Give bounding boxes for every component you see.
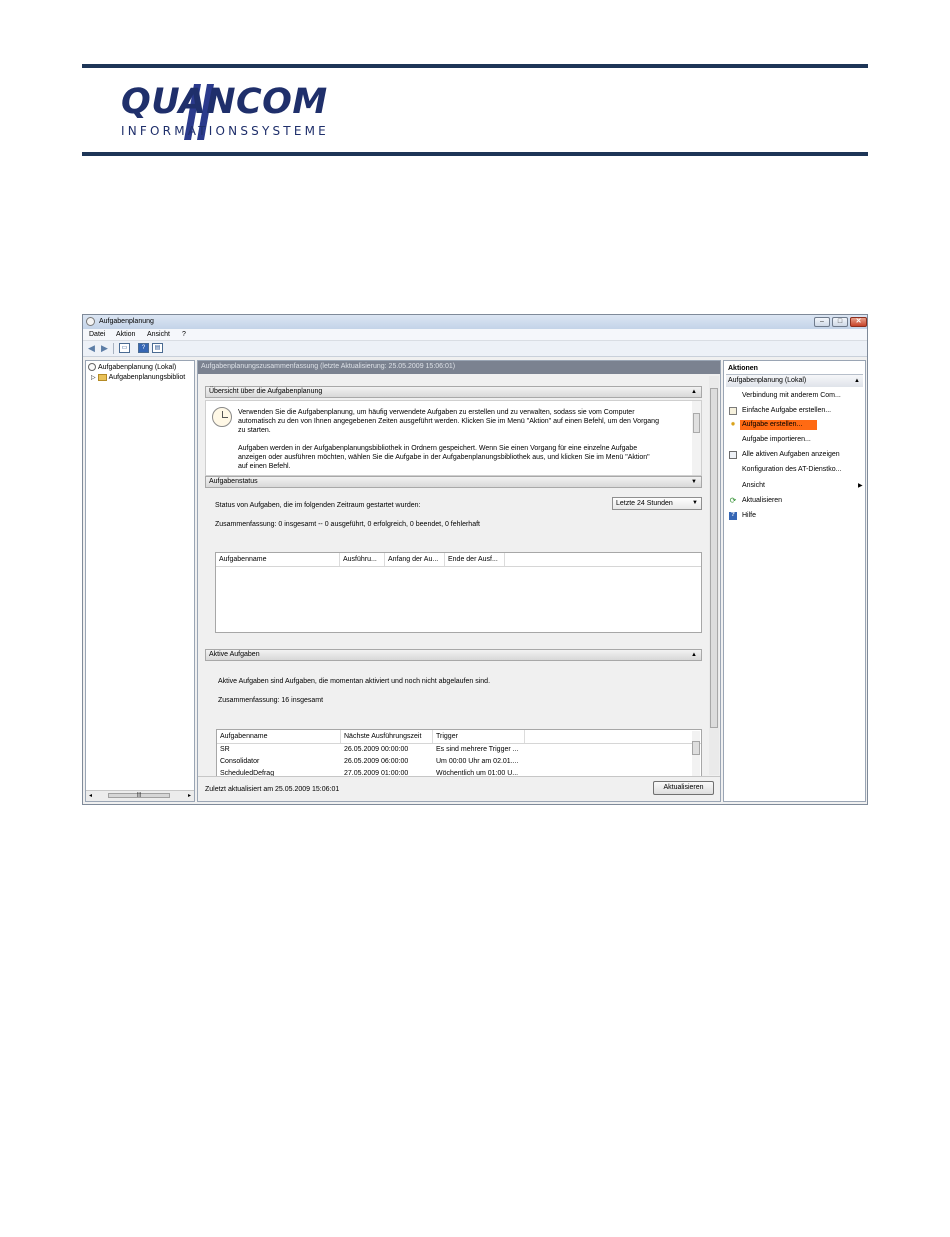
column-header[interactable]: Aufgabenname	[217, 730, 341, 743]
overview-line: zu starten.	[238, 427, 271, 434]
summary-panel: Aufgabenplanungszusammenfassung (letzte …	[197, 360, 721, 802]
collapse-icon[interactable]: ▲	[691, 387, 697, 397]
folder-icon	[97, 373, 107, 381]
back-arrow-icon[interactable]: ◀	[86, 343, 97, 354]
scroll-thumb[interactable]	[710, 388, 718, 728]
console-tree-icon[interactable]: ▭	[119, 343, 130, 353]
summary-header: Aufgabenplanungszusammenfassung (letzte …	[198, 361, 720, 374]
active-description: Aktive Aufgaben sind Aufgaben, die momen…	[218, 678, 491, 685]
list-tasks-icon	[729, 451, 737, 459]
overview-scrollbar[interactable]	[692, 401, 701, 475]
action-at-service-config[interactable]: Konfiguration des AT-Dienstko...	[740, 465, 843, 475]
menu-datei[interactable]: Datei	[89, 330, 105, 339]
column-header[interactable]: Ausführu...	[340, 553, 385, 566]
overview-section-header[interactable]: Übersicht über die Aufgabenplanung ▲	[205, 386, 702, 398]
close-button[interactable]: ✕	[850, 317, 867, 327]
basic-task-icon	[729, 407, 737, 415]
menu-help[interactable]: ?	[182, 330, 186, 339]
toolbar: ◀ ▶ ▭ ? ▤	[83, 341, 867, 357]
action-create-task[interactable]: Aufgabe erstellen...	[740, 420, 817, 430]
minimize-button[interactable]: –	[814, 317, 830, 327]
chevron-down-icon: ▼	[692, 500, 698, 506]
scroll-thumb[interactable]	[693, 413, 700, 433]
status-summary: Zusammenfassung: 0 insgesamt -- 0 ausgef…	[215, 521, 480, 528]
tree-root[interactable]: Aufgabenplanung (Lokal)	[88, 363, 176, 372]
action-import-task[interactable]: Aufgabe importieren...	[740, 435, 813, 445]
tree-library[interactable]: ▷ Aufgabenplanungsbibliot	[91, 373, 185, 383]
overview-text-box: Verwenden Sie die Aufgabenplanung, um hä…	[205, 400, 702, 476]
status-table-header: Aufgabenname Ausführu... Anfang der Au..…	[216, 553, 701, 567]
menu-ansicht[interactable]: Ansicht	[147, 330, 170, 339]
refresh-button[interactable]: Aktualisieren	[653, 781, 714, 795]
status-section-header[interactable]: Aufgabenstatus ▼	[205, 476, 702, 488]
column-header[interactable]: Anfang der Au...	[385, 553, 445, 566]
scroll-left-icon[interactable]: ◂	[89, 792, 92, 799]
last-updated-text: Zuletzt aktualisiert am 25.05.2009 15:06…	[205, 786, 340, 793]
actions-pane: Aktionen Aufgabenplanung (Lokal) ▲ Verbi…	[723, 360, 866, 802]
task-scheduler-window: Aufgabenplanung – □ ✕ Datei Aktion Ansic…	[82, 314, 868, 805]
collapse-icon[interactable]: ▼	[691, 477, 697, 487]
collapse-icon[interactable]: ▲	[854, 375, 860, 387]
menu-bar: Datei Aktion Ansicht ?	[83, 329, 867, 341]
scroll-thumb[interactable]: |||	[108, 793, 170, 798]
action-help[interactable]: Hilfe	[740, 511, 758, 521]
clock-icon	[88, 363, 96, 372]
table-row[interactable]: Consolidator 26.05.2009 06:00:00 Um 00:0…	[217, 757, 687, 767]
status-label: Status von Aufgaben, die im folgenden Ze…	[215, 502, 421, 509]
forward-arrow-icon[interactable]: ▶	[99, 343, 110, 354]
column-header[interactable]: Aufgabenname	[216, 553, 340, 566]
column-header[interactable]: Nächste Ausführungszeit	[341, 730, 433, 743]
overview-line: Verwenden Sie die Aufgabenplanung, um hä…	[238, 409, 635, 416]
toolbar-separator	[113, 343, 114, 354]
active-summary: Zusammenfassung: 16 insgesamt	[218, 697, 324, 704]
create-task-icon: ✹	[730, 422, 736, 428]
action-connect[interactable]: Verbindung mit anderem Com...	[740, 391, 843, 401]
actions-title: Aktionen	[726, 363, 863, 375]
summary-footer: Zuletzt aktualisiert am 25.05.2009 15:06…	[198, 776, 720, 801]
column-header[interactable]: Trigger	[433, 730, 525, 743]
action-refresh[interactable]: Aktualisieren	[740, 496, 784, 506]
action-create-basic-task[interactable]: Einfache Aufgabe erstellen...	[740, 406, 833, 416]
collapse-icon[interactable]: ▲	[691, 650, 697, 660]
refresh-icon: ⟳	[729, 496, 737, 505]
submenu-arrow-icon: ▶	[858, 483, 863, 489]
action-view[interactable]: Ansicht ▶	[740, 481, 867, 491]
table-scrollbar[interactable]	[692, 731, 700, 779]
help-icon: ?	[729, 512, 737, 520]
logo-subtitle: INFORMATIONSSYSTEME	[121, 124, 329, 138]
summary-vertical-scrollbar[interactable]	[709, 376, 719, 775]
active-section-header[interactable]: Aktive Aufgaben ▲	[205, 649, 702, 661]
summary-body: Übersicht über die Aufgabenplanung ▲ Ver…	[198, 374, 720, 781]
status-table: Aufgabenname Ausführu... Anfang der Au..…	[215, 552, 702, 633]
scroll-thumb[interactable]	[692, 741, 700, 755]
clock-icon	[86, 317, 95, 326]
menu-aktion[interactable]: Aktion	[116, 330, 135, 339]
console-tree: Aufgabenplanung (Lokal) ▷ Aufgabenplanun…	[85, 360, 195, 802]
overview-line: Aufgaben werden in der Aufgabenplanungsb…	[238, 445, 638, 452]
window-title: Aufgabenplanung	[99, 318, 154, 325]
expand-arrow-icon[interactable]: ▷	[91, 375, 96, 381]
table-row[interactable]: SR 26.05.2009 00:00:00 Es sind mehrere T…	[217, 745, 687, 755]
action-pane-icon[interactable]: ▤	[152, 343, 163, 353]
clock-icon	[212, 407, 232, 427]
horizontal-scrollbar[interactable]: ◂ ||| ▸	[86, 790, 194, 801]
actions-group-header[interactable]: Aufgabenplanung (Lokal) ▲	[726, 375, 863, 387]
title-bar: Aufgabenplanung – □ ✕	[83, 315, 867, 329]
header-rule-top	[82, 64, 868, 68]
action-show-active-tasks[interactable]: Alle aktiven Aufgaben anzeigen	[740, 450, 842, 460]
column-header[interactable]: Ende der Ausf...	[445, 553, 505, 566]
scroll-right-icon[interactable]: ▸	[188, 792, 191, 799]
maximize-button[interactable]: □	[832, 317, 848, 327]
overview-line: anzeigen oder ausführen möchten, wählen …	[238, 454, 650, 461]
active-table-header: Aufgabenname Nächste Ausführungszeit Tri…	[217, 730, 701, 744]
overview-line: automatisch zu den von Ihnen angegebenen…	[238, 418, 659, 425]
logo-name: QUANCOM	[121, 82, 328, 122]
time-range-select[interactable]: Letzte 24 Stunden ▼	[612, 497, 702, 510]
header-rule-bottom	[82, 152, 868, 156]
help-icon[interactable]: ?	[138, 343, 149, 353]
active-tasks-table: Aufgabenname Nächste Ausführungszeit Tri…	[216, 729, 702, 781]
overview-line: auf einen Befehl.	[238, 463, 291, 470]
